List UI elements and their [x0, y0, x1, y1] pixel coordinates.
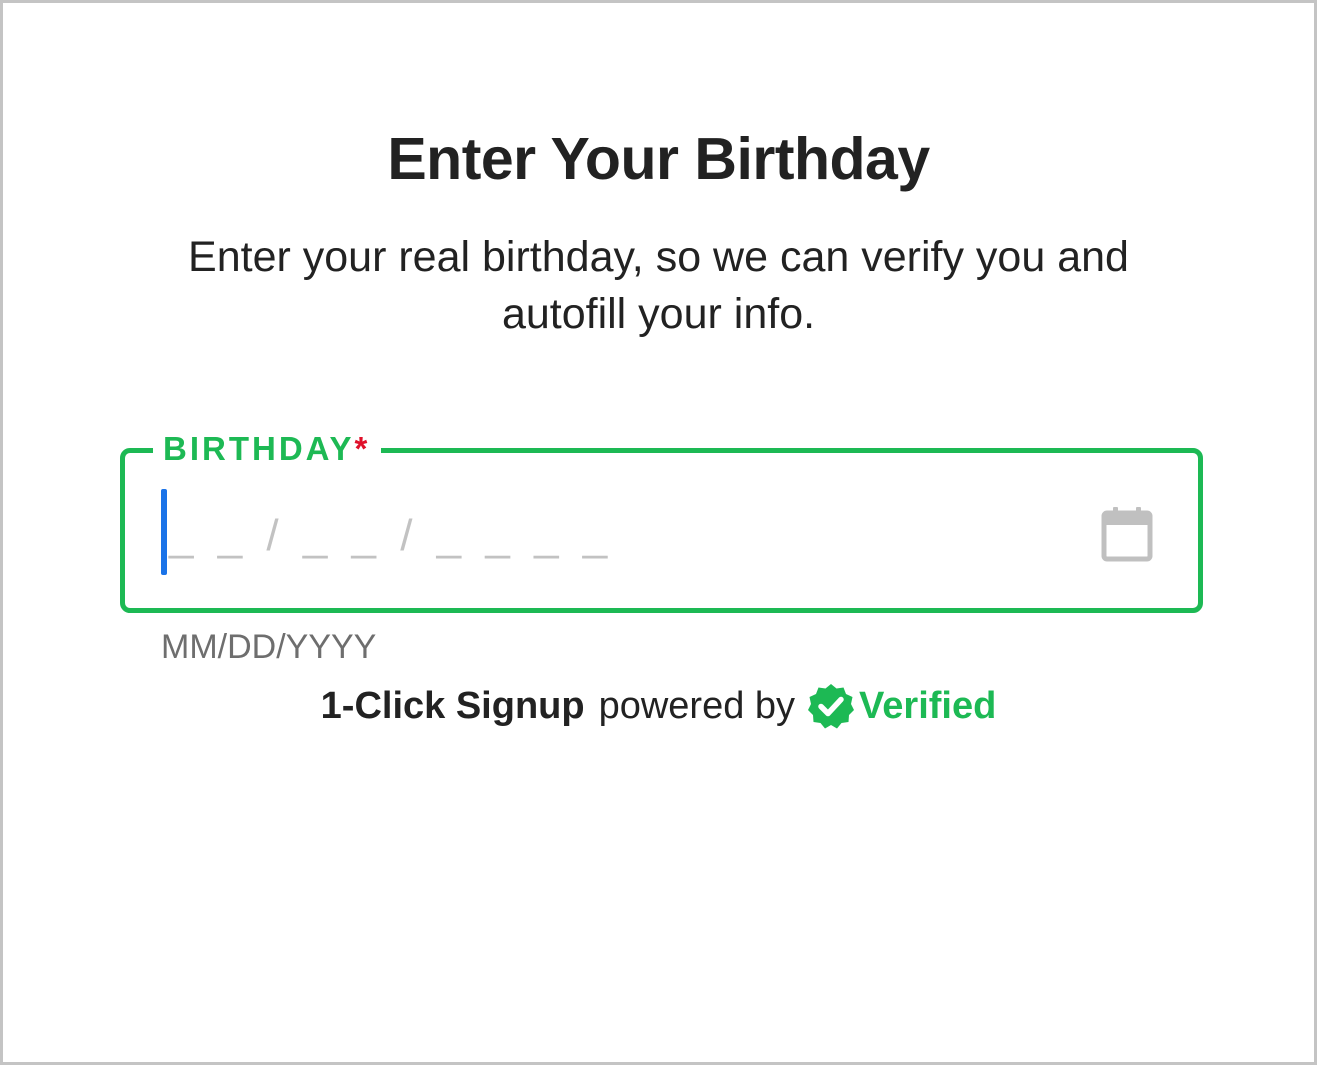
powered-by-text: powered by	[598, 685, 796, 727]
verified-provider-name: Verified	[859, 685, 997, 727]
required-marker: *	[354, 430, 368, 467]
date-mask-placeholder: _ _ / _ _ / _ _ _ _	[169, 511, 614, 560]
powered-by-footer: 1-Click Signup powered by Verified	[3, 679, 1314, 733]
page-title: Enter Your Birthday	[387, 126, 930, 192]
signup-dialog: Enter Your Birthday Enter your real birt…	[0, 0, 1317, 1065]
brand-name: 1-Click Signup	[320, 685, 585, 727]
date-format-hint: MM/DD/YYYY	[161, 628, 377, 666]
birthday-label-text: BIRTHDAY	[163, 430, 355, 467]
text-caret	[161, 489, 167, 575]
birthday-label: BIRTHDAY*	[153, 427, 382, 471]
page-subtitle: Enter your real birthday, so we can veri…	[188, 233, 1129, 338]
verified-badge-icon	[808, 684, 855, 729]
birthday-input[interactable]: BIRTHDAY* _ _ / _ _ / _ _ _ _	[120, 427, 1203, 613]
calendar-icon[interactable]	[1100, 505, 1154, 565]
